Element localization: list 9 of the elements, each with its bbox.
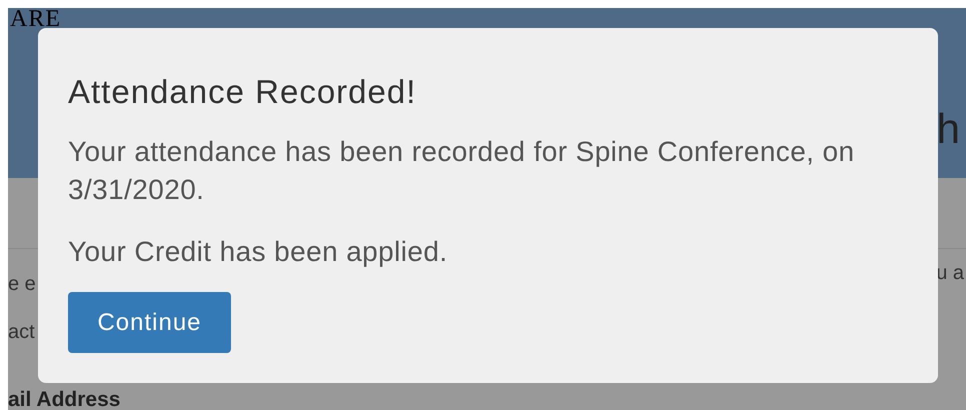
dialog-note: Your Credit has been applied.	[68, 235, 448, 269]
dialog-title: Attendance Recorded!	[68, 72, 416, 112]
field-label: ail Address	[8, 389, 122, 410]
body-text: e e	[8, 272, 36, 298]
header-text: h	[936, 108, 960, 152]
continue-button[interactable]: Continue	[68, 292, 231, 353]
header-text: ARE	[10, 8, 61, 29]
dialog-message: Your attendance has been recorded for Spine Conference, on 3/31/2020.	[68, 135, 856, 207]
body-text: act	[8, 320, 36, 346]
